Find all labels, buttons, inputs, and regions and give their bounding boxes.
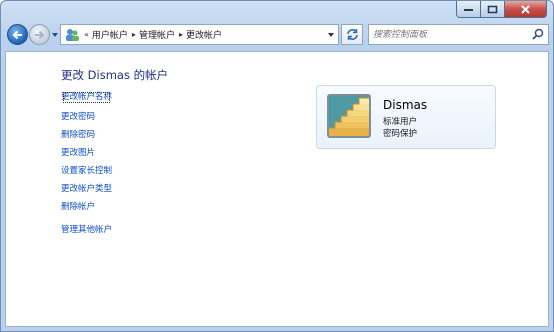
create-password-link[interactable]: 更改密码 (61, 108, 112, 126)
search-box (368, 24, 549, 45)
breadcrumb-manage-accounts[interactable]: 管理帐户 (139, 28, 175, 41)
back-arrow-icon (12, 30, 22, 39)
account-name: Dismas (383, 98, 428, 112)
minimize-button[interactable] (456, 1, 481, 18)
search-input[interactable] (373, 27, 523, 42)
breadcrumb-user-accounts[interactable]: 用户帐户 (92, 28, 128, 41)
breadcrumb-change-account[interactable]: 更改帐户 (186, 28, 222, 41)
caption-buttons (456, 1, 547, 18)
page-title: 更改 Dismas 的帐户 (61, 68, 169, 82)
change-account-name-link[interactable]: 更改帐户名称 (61, 90, 112, 105)
address-dropdown-icon[interactable] (328, 33, 334, 37)
refresh-button[interactable] (341, 24, 363, 45)
control-panel-window: « 用户帐户 ▸ 管理帐户 ▸ 更改帐户 更改 Dismas 的帐户 (0, 0, 554, 332)
refresh-icon (346, 29, 358, 40)
account-type: 标准用户 (383, 117, 418, 127)
delete-account-link[interactable]: 删除帐户 (61, 198, 112, 216)
account-picture (327, 94, 371, 138)
close-button[interactable] (505, 1, 547, 18)
content-pane: 更改 Dismas 的帐户 更改帐户名称 更改密码 删除密码 更改图片 设置家长… (5, 51, 549, 327)
password-status: 密码保护 (383, 129, 418, 139)
maximize-icon (487, 5, 498, 13)
set-parental-controls-link[interactable]: 设置家长控制 (61, 162, 112, 180)
recent-pages-dropdown[interactable] (52, 33, 58, 37)
task-list: 更改帐户名称 更改密码 删除密码 更改图片 设置家长控制 更改帐户类型 删除帐户… (61, 90, 112, 239)
forward-button[interactable] (29, 24, 50, 45)
address-bar[interactable]: « 用户帐户 ▸ 管理帐户 ▸ 更改帐户 (60, 24, 339, 45)
change-picture-link[interactable]: 更改图片 (61, 144, 112, 162)
close-icon (521, 4, 530, 14)
search-icon[interactable] (532, 28, 544, 40)
remove-password-link[interactable]: 删除密码 (61, 126, 112, 144)
breadcrumb-separator[interactable]: ▸ (179, 30, 183, 39)
navigation-toolbar: « 用户帐户 ▸ 管理帐户 ▸ 更改帐户 (5, 22, 549, 48)
breadcrumb-separator[interactable]: ▸ (132, 30, 136, 39)
forward-arrow-icon (35, 30, 45, 39)
staircase-picture-icon (329, 96, 369, 136)
user-accounts-icon (66, 28, 79, 41)
breadcrumb-overflow[interactable]: « (84, 30, 89, 39)
minimize-icon (464, 9, 473, 11)
maximize-button[interactable] (481, 1, 505, 18)
back-button[interactable] (7, 24, 28, 45)
account-card: Dismas 标准用户 密码保护 (316, 85, 496, 149)
change-account-type-link[interactable]: 更改帐户类型 (61, 180, 112, 198)
manage-another-account-link[interactable]: 管理其他帐户 (61, 221, 112, 239)
